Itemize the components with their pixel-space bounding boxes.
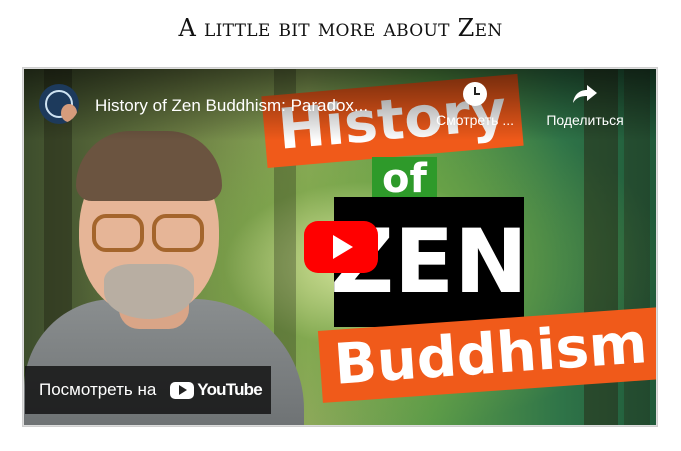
youtube-wordmark: YouTube: [197, 380, 262, 399]
play-button[interactable]: [304, 221, 378, 273]
watch-on-label: Посмотреть на: [39, 380, 157, 399]
watch-later-button[interactable]: Смотреть ...: [425, 82, 525, 128]
video-title-link[interactable]: History of Zen Buddhism: Paradox...: [95, 96, 425, 116]
play-icon: [333, 235, 353, 259]
youtube-embed[interactable]: History of ZEN Buddhism History of Zen B…: [22, 67, 658, 427]
watch-on-youtube-button[interactable]: Посмотреть на YouTube: [25, 366, 271, 414]
page-title: A little bit more about Zen: [178, 14, 503, 42]
share-label: Поделиться: [546, 112, 624, 128]
channel-avatar[interactable]: [39, 84, 79, 124]
share-arrow-icon: [573, 85, 597, 103]
clock-icon: [463, 82, 487, 106]
watch-later-label: Смотреть ...: [436, 112, 514, 128]
youtube-logo-icon: YouTube: [170, 380, 263, 400]
share-button[interactable]: Поделиться: [535, 82, 635, 128]
